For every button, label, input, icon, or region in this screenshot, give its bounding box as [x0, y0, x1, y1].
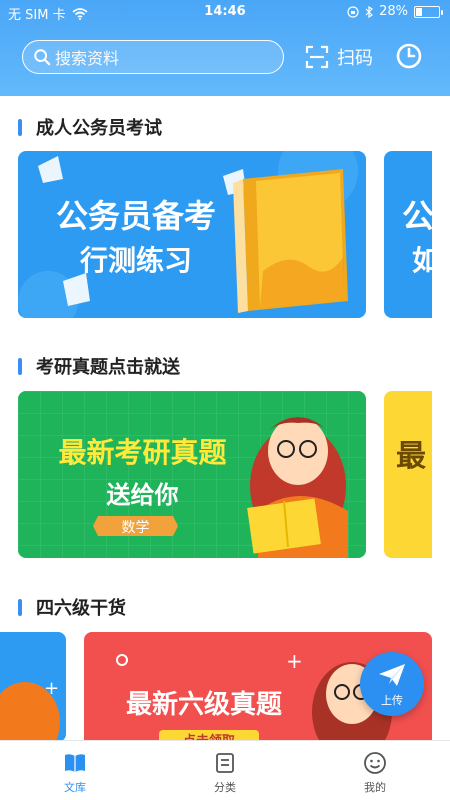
- scan-icon: [305, 45, 329, 69]
- banner-peek-subtitle: 如: [412, 244, 432, 277]
- banner-peek-1[interactable]: 公 如: [384, 151, 432, 318]
- search-input[interactable]: 搜索资料: [22, 40, 284, 74]
- scan-label: 扫码: [337, 48, 373, 69]
- section-title-civil-service: 成人公务员考试: [18, 114, 162, 140]
- bottom-tab-bar: 文库 分类 我的: [0, 740, 450, 800]
- search-placeholder: 搜索资料: [55, 49, 120, 68]
- paper-plane-icon: [379, 664, 405, 686]
- banner-peek-title: 公: [402, 197, 432, 235]
- svg-text:+: +: [44, 678, 59, 699]
- tab-mine[interactable]: 我的: [300, 741, 450, 800]
- svg-text:+: +: [286, 649, 303, 673]
- banner-title: 最新考研真题: [58, 436, 227, 469]
- smile-icon: [364, 752, 386, 774]
- battery-percent: 28%: [379, 4, 408, 19]
- upload-button[interactable]: 上传: [360, 652, 424, 716]
- tab-label: 分类: [214, 781, 236, 794]
- status-bar: 无 SIM 卡 14:46 28%: [0, 0, 450, 24]
- banner-peek-2[interactable]: 最: [384, 391, 432, 558]
- scan-button[interactable]: 扫码: [305, 44, 373, 70]
- banner-subtitle: 送给你: [106, 481, 179, 509]
- header: 无 SIM 卡 14:46 28% 搜索资料 扫码: [0, 0, 450, 96]
- banner-subtitle: 行测练习: [79, 244, 192, 277]
- section-title-cet: 四六级干货: [18, 594, 126, 620]
- tab-category[interactable]: 分类: [150, 741, 300, 800]
- list-icon: [216, 753, 234, 773]
- book-icon: [65, 754, 85, 772]
- tab-label: 文库: [64, 781, 86, 794]
- bluetooth-icon: [365, 5, 374, 18]
- tab-library[interactable]: 文库: [0, 741, 150, 800]
- tab-label: 我的: [364, 781, 386, 794]
- upload-label: 上传: [381, 694, 403, 707]
- banner-illustration: +: [0, 678, 60, 742]
- banner-title: 最新六级真题: [125, 690, 282, 720]
- banner-peek-3[interactable]: +: [0, 632, 66, 742]
- orientation-lock-icon: [347, 5, 359, 18]
- clock-icon[interactable]: [395, 42, 423, 70]
- banner-peek-title: 最: [396, 439, 426, 474]
- banner-postgrad[interactable]: 最新考研真题 送给你 数学: [18, 391, 366, 558]
- banner-civil-service[interactable]: 公务员备考 行测练习: [18, 151, 366, 318]
- banner-tag: 数学: [121, 520, 150, 536]
- section-title-postgrad: 考研真题点击就送: [18, 353, 180, 379]
- search-icon: [34, 49, 51, 66]
- battery-icon: [414, 5, 443, 18]
- banner-title: 公务员备考: [55, 197, 216, 235]
